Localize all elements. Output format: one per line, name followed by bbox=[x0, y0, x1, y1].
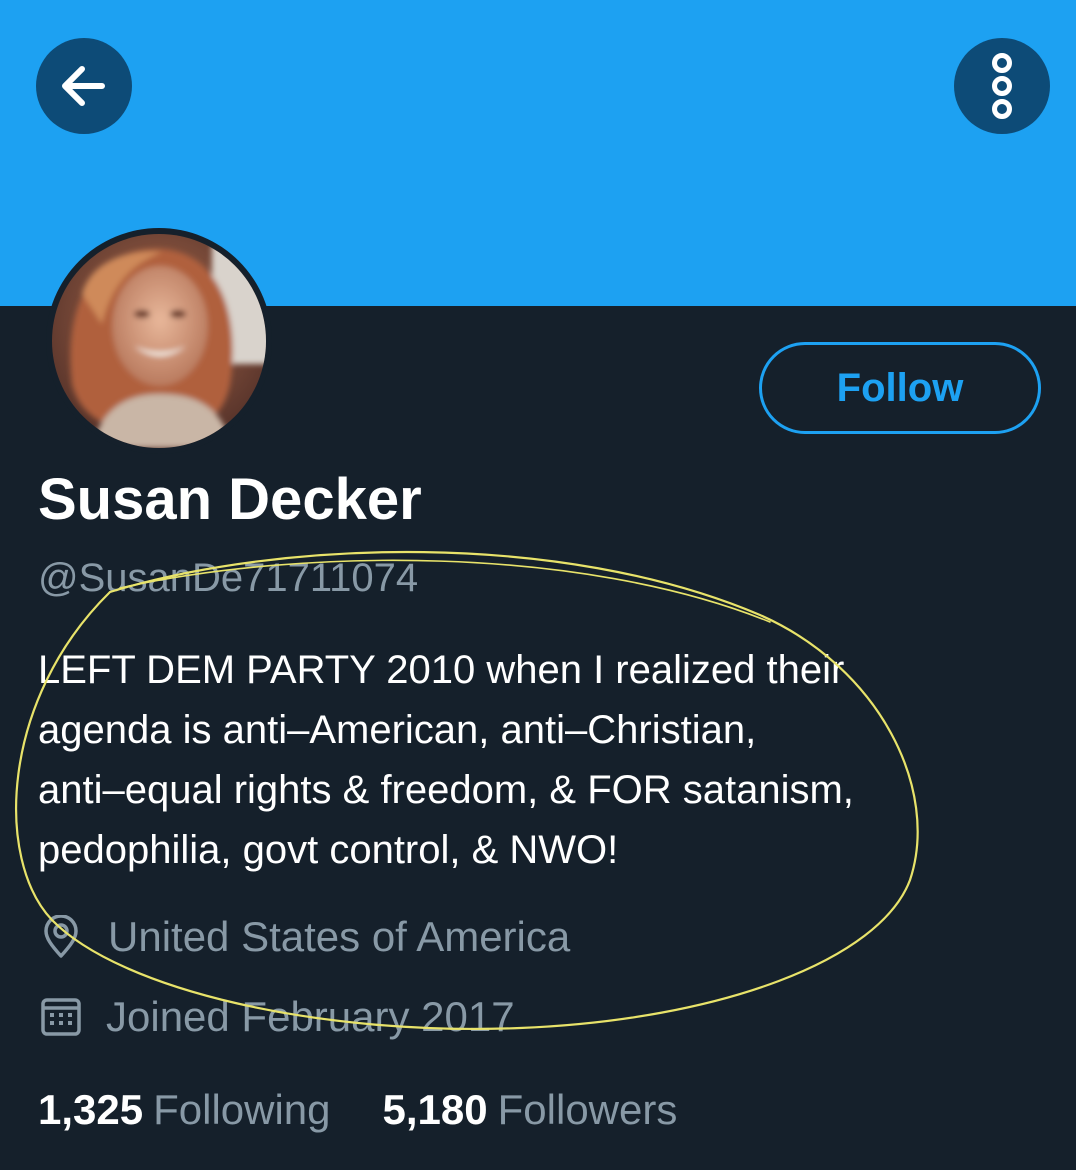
avatar[interactable] bbox=[52, 234, 266, 448]
more-options-button[interactable] bbox=[954, 38, 1050, 134]
bio-line: agenda is anti–American, anti–Christian, bbox=[38, 708, 757, 752]
profile-stats: 1,325 Following 5,180 Followers bbox=[38, 1086, 729, 1134]
bio-line: LEFT DEM PARTY 2010 when I realized thei… bbox=[38, 648, 845, 692]
join-date-text: Joined February 2017 bbox=[106, 993, 515, 1040]
following-label: Following bbox=[153, 1086, 331, 1133]
avatar-frame bbox=[46, 228, 272, 454]
calendar-icon bbox=[38, 992, 84, 1042]
profile-location: United States of America bbox=[38, 912, 570, 962]
profile-photo bbox=[52, 234, 266, 448]
profile-join-date: Joined February 2017 bbox=[38, 992, 515, 1042]
profile-page: Follow Susan Decker @SusanDe71711074 LEF… bbox=[0, 0, 1076, 1170]
arrow-left-icon bbox=[62, 66, 105, 106]
followers-count: 5,180 bbox=[382, 1086, 488, 1133]
following-stat[interactable]: 1,325 Following bbox=[38, 1086, 331, 1134]
bio-line: pedophilia, govt control, & NWO! bbox=[38, 828, 619, 872]
bio-line: anti–equal rights & freedom, & FOR satan… bbox=[38, 768, 854, 812]
followers-stat[interactable]: 5,180 Followers bbox=[383, 1086, 678, 1134]
follow-button[interactable]: Follow bbox=[759, 342, 1041, 434]
more-vertical-icon bbox=[992, 53, 1012, 119]
user-handle: @SusanDe71711074 bbox=[38, 556, 419, 600]
profile-bio: LEFT DEM PARTY 2010 when I realized thei… bbox=[38, 640, 1038, 880]
back-button[interactable] bbox=[36, 38, 132, 134]
following-count: 1,325 bbox=[38, 1086, 144, 1133]
display-name: Susan Decker bbox=[38, 467, 422, 532]
followers-label: Followers bbox=[497, 1086, 678, 1133]
location-pin-icon bbox=[38, 912, 84, 962]
location-text: United States of America bbox=[108, 913, 571, 960]
